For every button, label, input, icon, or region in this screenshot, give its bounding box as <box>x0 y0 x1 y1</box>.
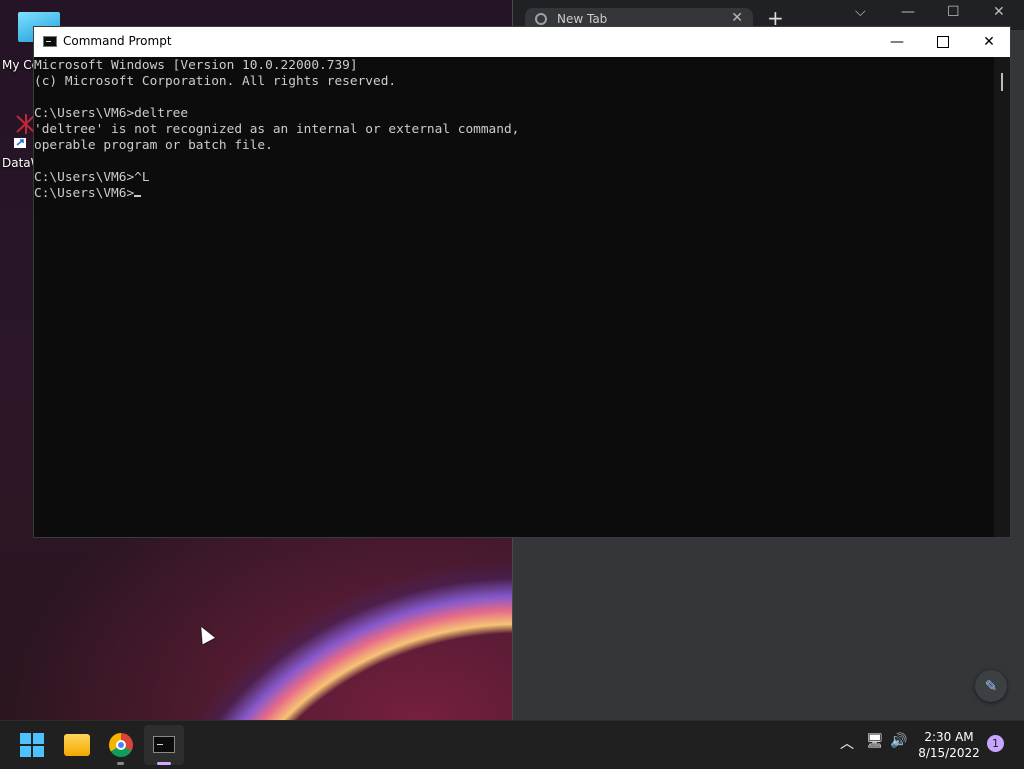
start-button[interactable] <box>20 729 52 761</box>
console-prompt: C:\Users\VM6> <box>34 186 135 201</box>
console-line: operable program or batch file. <box>34 138 273 153</box>
network-icon[interactable]: 🖥 <box>866 733 884 749</box>
command-prompt-taskbar-button[interactable] <box>144 725 184 765</box>
vertical-scrollbar[interactable] <box>994 57 1010 537</box>
clock-date: 8/15/2022 <box>918 746 980 760</box>
start-icon <box>20 733 31 744</box>
maximize-button[interactable] <box>920 27 966 57</box>
console-line: C:\Users\VM6>deltree <box>34 106 189 121</box>
new-tab-button[interactable]: + <box>767 8 784 28</box>
customize-edit-button[interactable]: ✎ <box>975 670 1007 702</box>
browser-maximize-button[interactable]: ☐ <box>947 4 960 20</box>
show-hidden-icons-chevron-icon[interactable]: ︿ <box>840 733 854 753</box>
chrome-tab-icon <box>535 13 547 25</box>
close-tab-icon[interactable]: ✕ <box>731 10 743 26</box>
running-indicator <box>117 762 124 765</box>
start-icon-tile <box>33 733 44 744</box>
chrome-icon[interactable] <box>109 733 133 757</box>
text-cursor <box>134 195 142 197</box>
window-title: Command Prompt <box>63 34 172 48</box>
console-prompt-line[interactable]: C:\Users\VM6> <box>34 186 994 202</box>
console-line: Microsoft Windows [Version 10.0.22000.73… <box>34 58 358 73</box>
scrollbar-thumb[interactable] <box>1001 73 1003 91</box>
active-app-indicator <box>157 762 171 765</box>
volume-icon[interactable]: 🔊 <box>890 733 907 749</box>
command-prompt-window[interactable]: Command Prompt — ✕ Microsoft Windows [Ve… <box>33 26 1011 538</box>
console-line: (c) Microsoft Corporation. All rights re… <box>34 74 397 89</box>
file-explorer-icon[interactable] <box>64 734 90 756</box>
maximize-icon <box>937 36 949 48</box>
cmd-titlebar[interactable]: Command Prompt — ✕ <box>34 27 1010 57</box>
console-line: C:\Users\VM6>^L <box>34 170 150 185</box>
close-button[interactable]: ✕ <box>966 27 1012 57</box>
clock-time: 2:30 AM <box>924 730 974 744</box>
start-icon-tile <box>33 746 44 757</box>
system-clock[interactable]: 2:30 AM 8/15/2022 <box>916 729 982 761</box>
taskbar: ︿ 🖥 🔊 2:30 AM 8/15/2022 <box>0 720 1024 769</box>
browser-minimize-button[interactable]: — <box>901 4 915 20</box>
notification-badge[interactable]: 1 <box>987 735 1004 752</box>
command-prompt-icon <box>153 736 175 753</box>
tab-search-icon[interactable]: ⌵ <box>855 4 866 20</box>
minimize-button[interactable]: — <box>874 27 920 57</box>
cmd-window-icon <box>43 36 57 47</box>
console-output[interactable]: Microsoft Windows [Version 10.0.22000.73… <box>34 57 994 538</box>
console-line: 'deltree' is not recognized as an intern… <box>34 122 520 137</box>
browser-tab-title: New Tab <box>557 12 608 26</box>
browser-close-button[interactable]: ✕ <box>993 4 1005 20</box>
start-icon-tile <box>20 746 31 757</box>
